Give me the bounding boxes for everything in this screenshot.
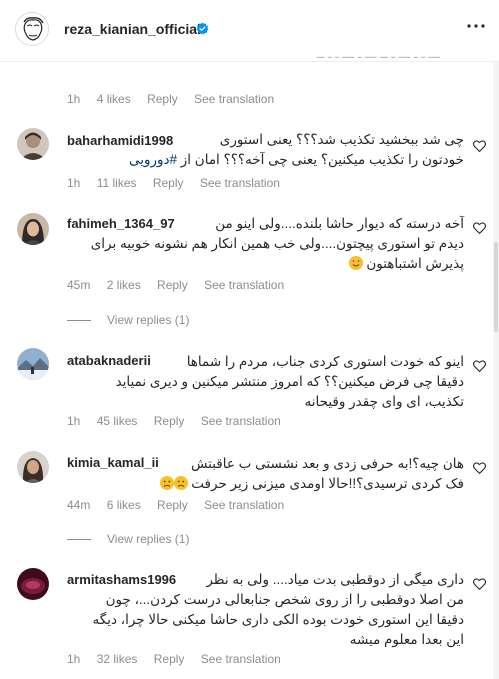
view-replies-button[interactable]: View replies (1)	[67, 532, 189, 546]
reply-button[interactable]: Reply	[157, 278, 188, 292]
heart-icon[interactable]	[473, 222, 486, 234]
comment-likes[interactable]: 2 likes	[107, 278, 141, 292]
view-replies-button[interactable]: View replies (1)	[67, 313, 189, 327]
more-options-icon[interactable]	[465, 15, 487, 37]
comment-text-line: هان چیه؟!به حرفی زدی و بعد نشستی ب عاقبت…	[190, 456, 464, 471]
reply-button[interactable]: Reply	[154, 652, 185, 666]
comment-time: 1h	[67, 92, 81, 106]
comment-text-line: اینو که خودت استوری کردی جناب، مردم را ش…	[186, 354, 464, 369]
comment-time: 44m	[67, 498, 91, 512]
comment-text-line: داری میگی از دوقطبی بدت میاد.... ولی به …	[206, 572, 464, 587]
avatar[interactable]	[17, 348, 49, 380]
reply-button[interactable]: Reply	[153, 176, 184, 190]
see-translation-link[interactable]: See translation	[194, 92, 274, 106]
comment-text-line: پذیرش اشتباهتون	[84, 254, 464, 274]
comment-text-line: خودتون را تکذیب میکنین؟ یعنی چی آخه؟؟؟ ا…	[84, 150, 464, 170]
comment-likes[interactable]: 6 likes	[107, 498, 141, 512]
avatar[interactable]	[17, 213, 49, 245]
heart-icon[interactable]	[473, 578, 486, 590]
comment-text-line: دیدم تو استوری پیچتون....ولی خب همین انک…	[90, 236, 464, 251]
sad-face-emoji-icon	[159, 476, 174, 490]
heart-icon[interactable]	[473, 360, 486, 372]
heart-eyes-emoji-icon	[348, 256, 363, 270]
hashtag-link[interactable]: #دورویی	[129, 152, 177, 167]
avatar[interactable]	[17, 568, 49, 600]
comment-text-line: آخه درسته که دیوار حاشا بلنده....ولی این…	[215, 216, 464, 231]
heart-icon[interactable]	[473, 462, 486, 474]
comment-text-part: خودتون را تکذیب میکنین؟ یعنی چی آخه؟؟؟ ا…	[177, 152, 464, 167]
scrollbar-thumb[interactable]	[494, 242, 498, 332]
comment-text: آخه درسته که دیوار حاشا بلنده....ولی این…	[84, 214, 464, 274]
comment-text-line: تکذیب، ای وای چقدر وقیحانه	[304, 394, 464, 409]
reply-button[interactable]: Reply	[157, 498, 188, 512]
comment-meta: 1h 11 likes Reply See translation	[67, 176, 293, 190]
reply-button[interactable]: Reply	[154, 414, 185, 428]
see-translation-link[interactable]: See translation	[204, 278, 284, 292]
comment-likes[interactable]: 11 likes	[97, 176, 137, 190]
avatar[interactable]	[17, 451, 49, 483]
heart-icon[interactable]	[473, 140, 486, 152]
see-translation-link[interactable]: See translation	[201, 414, 281, 428]
comment-likes[interactable]: 4 likes	[97, 92, 131, 106]
comment-text-line: من اصلا دوقطبی را از روی شخص جنابعالی در…	[105, 592, 464, 607]
verified-badge-icon	[196, 22, 209, 35]
view-replies-label[interactable]: View replies (1)	[107, 532, 189, 546]
comment-text: هان چیه؟!به حرفی زدی و بعد نشستی ب عاقبت…	[84, 454, 464, 494]
comment-text-line: دقیقا چی فرض میکنین؟؟ که امروز منتشر میک…	[115, 374, 464, 389]
comment-meta: 1h 4 likes Reply See translation	[67, 92, 287, 106]
comment-meta: 1h 32 likes Reply See translation	[67, 652, 294, 666]
comment-text: داری میگی از دوقطبی بدت میاد.... ولی به …	[84, 570, 465, 650]
replies-divider	[67, 539, 91, 541]
comment-text-line: این بعدا معلوم میشه	[349, 632, 464, 647]
comment-time: 1h	[67, 652, 81, 666]
faded-comment-text: ـــ ـ ـ ـــ ـ ــ ـــ ـ ـــ ـ ـ ــ	[316, 46, 440, 61]
see-translation-link[interactable]: See translation	[201, 652, 281, 666]
header-username[interactable]: reza_kianian_official	[64, 21, 201, 37]
comment-text-line: فک کردی ترسیدی؟!!حالا اومدی میزنی زیر حر…	[84, 474, 464, 494]
sad-face-emoji-icon	[173, 476, 188, 490]
comment-text-part: فک کردی ترسیدی؟!!حالا اومدی میزنی زیر حر…	[191, 476, 464, 491]
replies-divider	[67, 320, 91, 322]
see-translation-link[interactable]: See translation	[204, 498, 284, 512]
comment-text-line: چی شد ببخشید تکذیب شد؟؟؟ یعنی استوری	[219, 132, 464, 147]
avatar[interactable]	[17, 128, 49, 160]
comment-text: چی شد ببخشید تکذیب شد؟؟؟ یعنی استوری خود…	[84, 130, 464, 170]
comment-time: 1h	[67, 414, 81, 428]
comment-likes[interactable]: 45 likes	[97, 414, 138, 428]
scrollbar-track[interactable]	[493, 62, 499, 679]
comment-text-part: پذیرش اشتباهتون	[366, 256, 464, 271]
comment-text: اینو که خودت استوری کردی جناب، مردم را ش…	[84, 352, 464, 412]
comment-likes[interactable]: 32 likes	[97, 652, 138, 666]
profile-avatar[interactable]	[15, 12, 49, 46]
comment-time: 45m	[67, 278, 91, 292]
comment-time: 1h	[67, 176, 81, 190]
reply-button[interactable]: Reply	[147, 92, 178, 106]
comment-meta: 1h 45 likes Reply See translation	[67, 414, 294, 428]
comment-text-line: دقیقا این استوری خودت بوده الکی داری حاش…	[92, 612, 465, 627]
comment-meta: 44m 6 likes Reply See translation	[67, 498, 297, 512]
view-replies-label[interactable]: View replies (1)	[107, 313, 189, 327]
comment-meta: 45m 2 likes Reply See translation	[67, 278, 297, 292]
see-translation-link[interactable]: See translation	[200, 176, 280, 190]
